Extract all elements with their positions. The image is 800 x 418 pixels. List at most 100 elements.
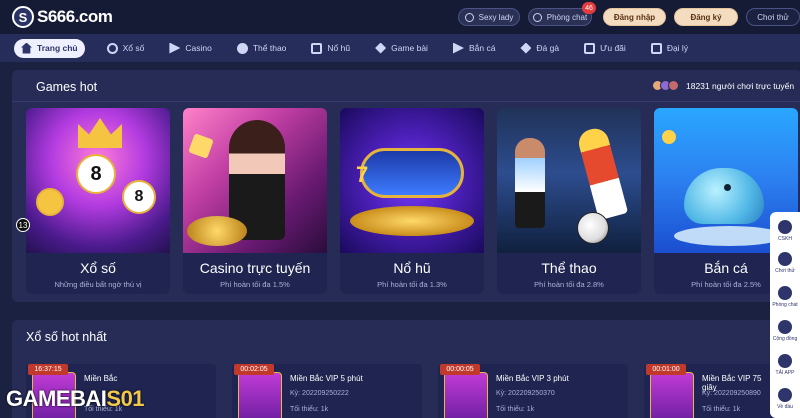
nav-cockfight-label: Đá gà (536, 43, 560, 53)
send-icon (778, 320, 792, 334)
card-subtitle: Phí hoàn tối đa 1.3% (377, 280, 447, 289)
top-header: S S666.com Sexy lady Phòng chat 46 Đăng … (0, 0, 800, 34)
games-hot-title: Games hot (36, 80, 98, 94)
nav-casino[interactable]: Casino (169, 39, 212, 58)
nav-promotions-label: Ưu đãi (600, 43, 626, 53)
lottery-period: Kỳ: 202209250222 (290, 390, 349, 397)
lottery-min: Tối thiểu: 1k (290, 406, 329, 413)
card-subtitle: Phí hoàn tối đa 2.8% (534, 280, 604, 289)
lottery-min: Tối thiểu: 1k (702, 406, 741, 413)
floating-toolbar: CSKH Chơi thử Phòng chat Cộng đồng TẢI A… (770, 212, 800, 418)
wave-icon (674, 226, 784, 246)
nav-slots[interactable]: Nổ hũ (311, 39, 350, 58)
rooster-icon (520, 42, 532, 54)
casino-card-image (183, 108, 327, 253)
card-title: Thể thao (541, 260, 597, 276)
sports-card-image (497, 108, 641, 253)
coin-pile-icon (350, 206, 474, 236)
lottery-name: Miền Bắc VIP 5 phút (290, 374, 363, 383)
lottery-hot-title: Xổ số hot nhất (26, 330, 107, 344)
gift-icon (584, 42, 596, 54)
soccer-ball-icon (577, 212, 609, 244)
football-player-image (575, 125, 629, 221)
crown-icon (78, 118, 122, 148)
phone-icon (778, 354, 792, 368)
login-button[interactable]: Đăng nhập (603, 8, 666, 26)
support-button[interactable]: CSKH (770, 220, 800, 242)
cards-icon (375, 42, 387, 54)
nav-home-label: Trang chủ (37, 43, 78, 53)
nav-agent[interactable]: Đại lý (650, 39, 689, 58)
soccer-player-image (515, 138, 545, 228)
back-to-top-button[interactable]: Về đầu (770, 388, 800, 410)
nav-fishing[interactable]: Bắn cá (452, 39, 496, 58)
nav-casino-label: Casino (185, 43, 212, 53)
chat-count-badge: 46 (582, 2, 596, 14)
chat-float-button[interactable]: Phòng chat (770, 286, 800, 308)
sports-icon (236, 42, 248, 54)
casino-icon (169, 42, 181, 54)
nav-agent-label: Đại lý (666, 43, 689, 53)
game-card-lottery[interactable]: 8 8 Xổ số Những điều bất ngờ thú vị (26, 108, 170, 294)
logo-mark: S (12, 6, 34, 28)
nav-card-games[interactable]: Game bài (375, 39, 428, 58)
lottery-card-image: 8 8 (26, 108, 170, 253)
lottery-ball: 8 (76, 154, 116, 194)
site-logo[interactable]: S S666.com (12, 6, 113, 28)
support-label: CSKH (778, 236, 792, 242)
nav-lottery-label: Xổ số (122, 43, 145, 53)
shark-icon (684, 168, 764, 224)
dice-icon (188, 133, 214, 159)
nav-lottery[interactable]: Xổ số (106, 39, 145, 58)
lottery-icon (106, 42, 118, 54)
slots-card-image: 7 (340, 108, 484, 253)
download-app-button[interactable]: TẢI APP (770, 354, 800, 376)
community-button[interactable]: Cộng đồng (770, 320, 800, 342)
card-title: Nổ hũ (393, 260, 431, 276)
badge-13: 13 (16, 218, 30, 232)
lottery-thumb (238, 372, 282, 418)
game-card-sports[interactable]: Thể thao Phí hoàn tối đa 2.8% (497, 108, 641, 294)
arrow-up-icon (778, 388, 792, 402)
gamepad-icon (778, 252, 792, 266)
play-circle-icon (464, 12, 474, 22)
nav-sports[interactable]: Thể thao (236, 39, 287, 58)
seven-icon: 7 (356, 162, 369, 187)
try-play-button[interactable]: Chơi thử (746, 8, 800, 26)
lottery-period: Kỳ: 202209250370 (496, 390, 555, 397)
watermark: GAMEBAIS01 (6, 386, 145, 412)
slot-icon (311, 42, 323, 54)
lottery-item[interactable]: 00:00:05 Miền Bắc VIP 3 phút Kỳ: 2022092… (438, 364, 628, 418)
card-subtitle: Những điều bất ngờ thú vị (54, 280, 142, 289)
agent-icon (650, 42, 662, 54)
countdown: 00:01:00 (646, 364, 686, 375)
game-card-slots[interactable]: 7 Nổ hũ Phí hoàn tối đa 1.3% (340, 108, 484, 294)
nav-sports-label: Thể thao (252, 43, 287, 53)
try-play-float-label: Chơi thử (775, 268, 795, 274)
logo-text: S666.com (37, 7, 113, 26)
nav-fishing-label: Bắn cá (468, 43, 496, 53)
nav-card-games-label: Game bài (391, 43, 428, 53)
slot-machine-icon (360, 148, 464, 198)
lottery-thumb (650, 372, 694, 418)
chat-bubble-icon (778, 286, 792, 300)
nav-promotions[interactable]: Ưu đãi (584, 39, 626, 58)
register-button[interactable]: Đăng ký (674, 8, 738, 26)
chat-icon (532, 12, 542, 22)
lottery-item[interactable]: 00:01:00 Miền Bắc VIP 75 giây Kỳ: 202209… (644, 364, 774, 418)
nav-home[interactable]: Trang chủ (14, 38, 85, 58)
lottery-period: Kỳ: 202209250890 (702, 390, 761, 397)
sexy-lady-button[interactable]: Sexy lady (458, 8, 520, 26)
online-count-text: 18231 người chơi trực tuyến (686, 80, 795, 91)
countdown: 00:00:05 (440, 364, 480, 375)
game-card-casino[interactable]: Casino trực tuyến Phí hoàn tối đa 1.5% (183, 108, 327, 294)
fish-icon (452, 42, 464, 54)
avatar (668, 80, 679, 91)
lottery-ball (36, 188, 64, 216)
try-play-float-button[interactable]: Chơi thử (770, 252, 800, 274)
card-subtitle: Phí hoàn tối đa 1.5% (220, 280, 290, 289)
nav-cockfight[interactable]: Đá gà (520, 39, 559, 58)
shark-eye (724, 184, 731, 191)
lottery-thumb (444, 372, 488, 418)
lottery-item[interactable]: 00:02:05 Miền Bắc VIP 5 phút Kỳ: 2022092… (232, 364, 422, 418)
